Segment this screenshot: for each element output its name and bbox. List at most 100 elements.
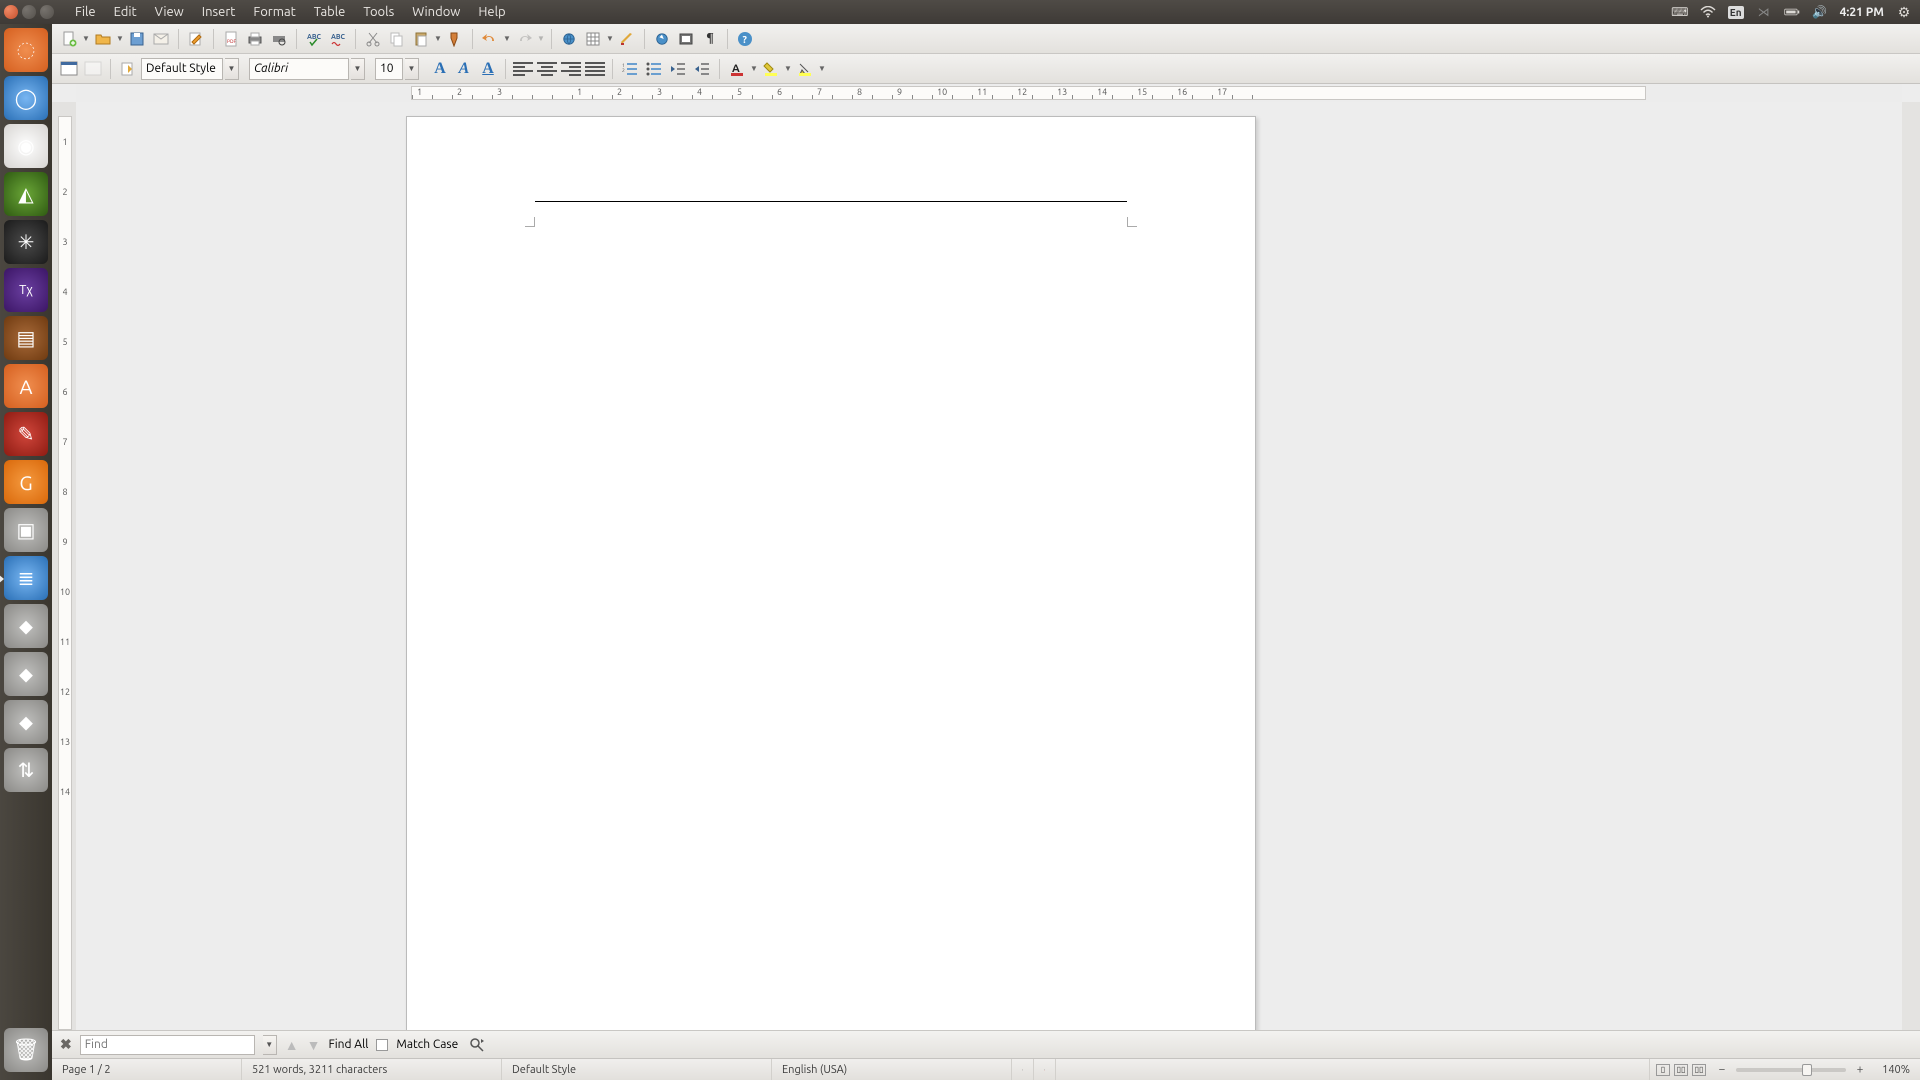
- spellcheck-button[interactable]: ABC: [303, 28, 325, 50]
- match-case-checkbox[interactable]: [376, 1039, 388, 1051]
- apply-style-button[interactable]: [82, 58, 104, 80]
- highlight-dropdown[interactable]: ▼: [784, 64, 792, 73]
- background-color-button[interactable]: [794, 58, 816, 80]
- chrome-icon[interactable]: ◉: [4, 124, 48, 168]
- format-paintbrush-button[interactable]: [444, 28, 466, 50]
- find-next-button[interactable]: ▼: [307, 1037, 321, 1053]
- volume-icon[interactable]: 🔊: [1812, 4, 1828, 20]
- status-style[interactable]: Default Style: [502, 1059, 772, 1080]
- undo-dropdown[interactable]: ▼: [503, 34, 511, 43]
- menu-tools[interactable]: Tools: [354, 0, 403, 24]
- menu-table[interactable]: Table: [305, 0, 355, 24]
- dash-icon[interactable]: ◌: [4, 28, 48, 72]
- status-wordcount[interactable]: 521 words, 3211 characters: [242, 1059, 502, 1080]
- nvidia-icon[interactable]: ◭: [4, 172, 48, 216]
- font-size-dropdown[interactable]: ▼: [405, 58, 419, 80]
- font-color-button[interactable]: A: [726, 58, 748, 80]
- navigator-button[interactable]: [651, 28, 673, 50]
- menu-file[interactable]: File: [66, 0, 105, 24]
- session-gear-icon[interactable]: ⚙: [1896, 4, 1912, 20]
- keyboard-icon[interactable]: ⌨: [1672, 4, 1688, 20]
- writer-icon[interactable]: ≣: [4, 556, 48, 600]
- find-replace-button[interactable]: [466, 1034, 488, 1056]
- background-color-dropdown[interactable]: ▼: [818, 64, 826, 73]
- print-preview-button[interactable]: [268, 28, 290, 50]
- new-document-button[interactable]: [58, 28, 80, 50]
- paste-button[interactable]: [410, 28, 432, 50]
- document-area[interactable]: [76, 102, 1902, 1030]
- redo-button[interactable]: [513, 28, 535, 50]
- numbered-list-button[interactable]: 12: [619, 58, 641, 80]
- undo-button[interactable]: [479, 28, 501, 50]
- new-document-dropdown[interactable]: ▼: [82, 34, 90, 43]
- language-indicator[interactable]: En: [1728, 6, 1744, 19]
- italic-button[interactable]: A: [453, 58, 475, 80]
- paragraph-style-combo[interactable]: Default Style: [141, 58, 223, 80]
- vertical-ruler[interactable]: 1234567891011121314: [52, 102, 76, 1030]
- window-close-button[interactable]: [4, 5, 18, 19]
- copy-button[interactable]: [386, 28, 408, 50]
- decrease-indent-button[interactable]: [667, 58, 689, 80]
- cut-button[interactable]: [362, 28, 384, 50]
- table-dropdown[interactable]: ▼: [606, 34, 614, 43]
- status-signature[interactable]: [1056, 1059, 1650, 1080]
- table-button[interactable]: [582, 28, 604, 50]
- menu-view[interactable]: View: [146, 0, 193, 24]
- hyperlink-button[interactable]: [558, 28, 580, 50]
- book-view-button[interactable]: ▯▯: [1692, 1064, 1706, 1076]
- multi-page-view-button[interactable]: ▯▯: [1674, 1064, 1688, 1076]
- zoom-thumb[interactable]: [1802, 1064, 1812, 1076]
- find-prev-button[interactable]: ▲: [285, 1037, 299, 1053]
- pdf-icon[interactable]: G: [4, 460, 48, 504]
- increase-indent-button[interactable]: [691, 58, 713, 80]
- find-dropdown[interactable]: ▼: [263, 1035, 277, 1055]
- status-selection-mode[interactable]: [1034, 1059, 1056, 1080]
- gallery-button[interactable]: [675, 28, 697, 50]
- drive3-icon[interactable]: ⬥: [4, 700, 48, 744]
- align-left-button[interactable]: [512, 58, 534, 80]
- software-icon[interactable]: A: [4, 364, 48, 408]
- open-document-button[interactable]: [92, 28, 114, 50]
- align-center-button[interactable]: [536, 58, 558, 80]
- save-button[interactable]: [126, 28, 148, 50]
- usb-icon[interactable]: ⇅: [4, 748, 48, 792]
- bluetooth-icon[interactable]: ⋊: [1756, 4, 1772, 20]
- vm-icon[interactable]: ▣: [4, 508, 48, 552]
- tex-icon[interactable]: Tχ: [4, 268, 48, 312]
- export-pdf-button[interactable]: PDF: [220, 28, 242, 50]
- zoom-percent[interactable]: 140%: [1870, 1059, 1920, 1080]
- wifi-icon[interactable]: [1700, 4, 1716, 20]
- drive2-icon[interactable]: ⬥: [4, 652, 48, 696]
- highlight-button[interactable]: [760, 58, 782, 80]
- drive1-icon[interactable]: ⬥: [4, 604, 48, 648]
- autospell-button[interactable]: ABC: [327, 28, 349, 50]
- find-input[interactable]: [80, 1035, 255, 1055]
- chromium-icon[interactable]: ◯: [4, 76, 48, 120]
- window-maximize-button[interactable]: [40, 5, 54, 19]
- help-button[interactable]: ?: [734, 28, 756, 50]
- document-page[interactable]: [406, 116, 1256, 1030]
- menu-edit[interactable]: Edit: [105, 0, 146, 24]
- vertical-scrollbar[interactable]: [1902, 102, 1920, 1030]
- horizontal-ruler[interactable]: 3211234567891011121314151617: [76, 84, 1902, 102]
- update-style-button[interactable]: [117, 58, 139, 80]
- zoom-slider[interactable]: [1736, 1068, 1846, 1072]
- window-minimize-button[interactable]: [22, 5, 36, 19]
- paragraph-style-dropdown[interactable]: ▼: [225, 58, 239, 80]
- clock[interactable]: 4:21 PM: [1840, 6, 1884, 19]
- status-insert-mode[interactable]: [1012, 1059, 1034, 1080]
- battery-icon[interactable]: [1784, 4, 1800, 20]
- bold-button[interactable]: A: [429, 58, 451, 80]
- align-justify-button[interactable]: [584, 58, 606, 80]
- edit-file-button[interactable]: [185, 28, 207, 50]
- print-button[interactable]: [244, 28, 266, 50]
- octave-icon[interactable]: ✳: [4, 220, 48, 264]
- align-right-button[interactable]: [560, 58, 582, 80]
- font-size-combo[interactable]: 10: [375, 58, 403, 80]
- open-document-dropdown[interactable]: ▼: [116, 34, 124, 43]
- files-icon[interactable]: ▤: [4, 316, 48, 360]
- zoom-out-button[interactable]: −: [1716, 1063, 1728, 1076]
- menu-help[interactable]: Help: [469, 0, 514, 24]
- bullet-list-button[interactable]: [643, 58, 665, 80]
- nonprinting-button[interactable]: ¶: [699, 28, 721, 50]
